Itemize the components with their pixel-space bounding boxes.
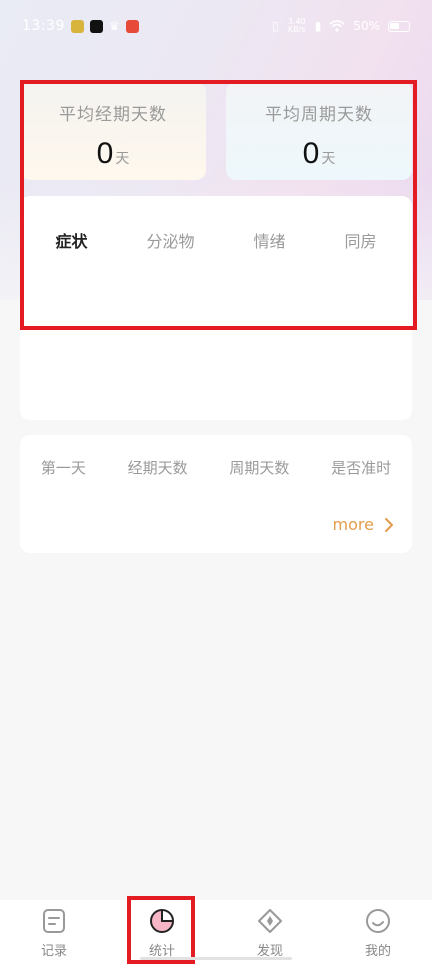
nav-item-profile[interactable]: 我的	[338, 908, 418, 959]
avg-cycle-days-card: 平均周期天数 0 天	[226, 82, 412, 180]
nav-item-stats[interactable]: 统计	[122, 908, 202, 959]
column-first-day: 第一天	[40, 459, 86, 477]
more-label: more	[332, 515, 374, 534]
vibrate-icon: ▯	[272, 19, 279, 33]
battery-percent: 50%	[353, 19, 380, 33]
tab-discharge[interactable]: 分泌物	[142, 226, 198, 254]
home-indicator	[140, 957, 292, 960]
chevron-right-icon	[385, 517, 393, 532]
stats-pie-icon	[150, 909, 174, 933]
crown-icon: ♛	[108, 19, 120, 33]
battery-icon	[388, 20, 410, 32]
tab-mood[interactable]: 情绪	[249, 226, 289, 254]
tab-symptoms[interactable]: 症状	[51, 226, 91, 254]
profile-icon	[366, 909, 390, 933]
notification-app-icon	[70, 19, 84, 33]
column-period-days: 经期天数	[127, 459, 188, 477]
tab-intimacy[interactable]: 同房	[340, 226, 380, 254]
column-cycle-days: 周期天数	[229, 459, 290, 477]
cycle-history-header: 第一天 经期天数 周期天数 是否准时	[20, 435, 412, 478]
sim-icon: ▮	[314, 19, 322, 33]
record-icon	[43, 909, 65, 933]
status-time: 13:39	[22, 18, 65, 34]
nav-label-record: 记录	[40, 944, 67, 959]
avg-period-days-value: 0	[96, 137, 114, 170]
nav-label-profile: 我的	[364, 944, 391, 959]
compass-icon	[258, 909, 282, 933]
symptom-tabs-card: 症状 分泌物 情绪 同房	[20, 196, 412, 420]
avg-cycle-days-value: 0	[302, 137, 320, 170]
status-bar: 13:39 ♛ ▯ 3.40 KB/s ▮ 50%	[0, 0, 432, 52]
avg-period-days-value-row: 0 天	[20, 137, 206, 171]
avg-cycle-days-unit: 天	[321, 151, 336, 167]
nav-item-record[interactable]: 记录	[14, 908, 94, 959]
tab-bar: 症状 分泌物 情绪 同房	[20, 196, 412, 254]
wifi-icon	[329, 20, 345, 32]
net-speed: 3.40 KB/s	[287, 17, 306, 34]
status-right: ▯ 3.40 KB/s ▮ 50%	[272, 18, 410, 34]
avg-period-days-unit: 天	[115, 151, 130, 167]
status-left: 13:39 ♛	[22, 18, 139, 34]
tiktok-icon	[89, 19, 103, 33]
avg-cycle-days-title: 平均周期天数	[265, 105, 373, 125]
cycle-history-card: 第一天 经期天数 周期天数 是否准时 more	[20, 435, 412, 553]
nav-item-discover[interactable]: 发现	[230, 908, 310, 959]
avg-period-days-title: 平均经期天数	[59, 105, 167, 125]
column-on-time: 是否准时	[331, 459, 392, 477]
avg-period-days-card: 平均经期天数 0 天	[20, 82, 206, 180]
bottom-nav: 记录 统计 发现 我的	[0, 900, 432, 964]
avg-cycle-days-value-row: 0 天	[226, 137, 412, 171]
more-link[interactable]: more	[333, 515, 396, 534]
shop-app-icon	[125, 19, 139, 33]
